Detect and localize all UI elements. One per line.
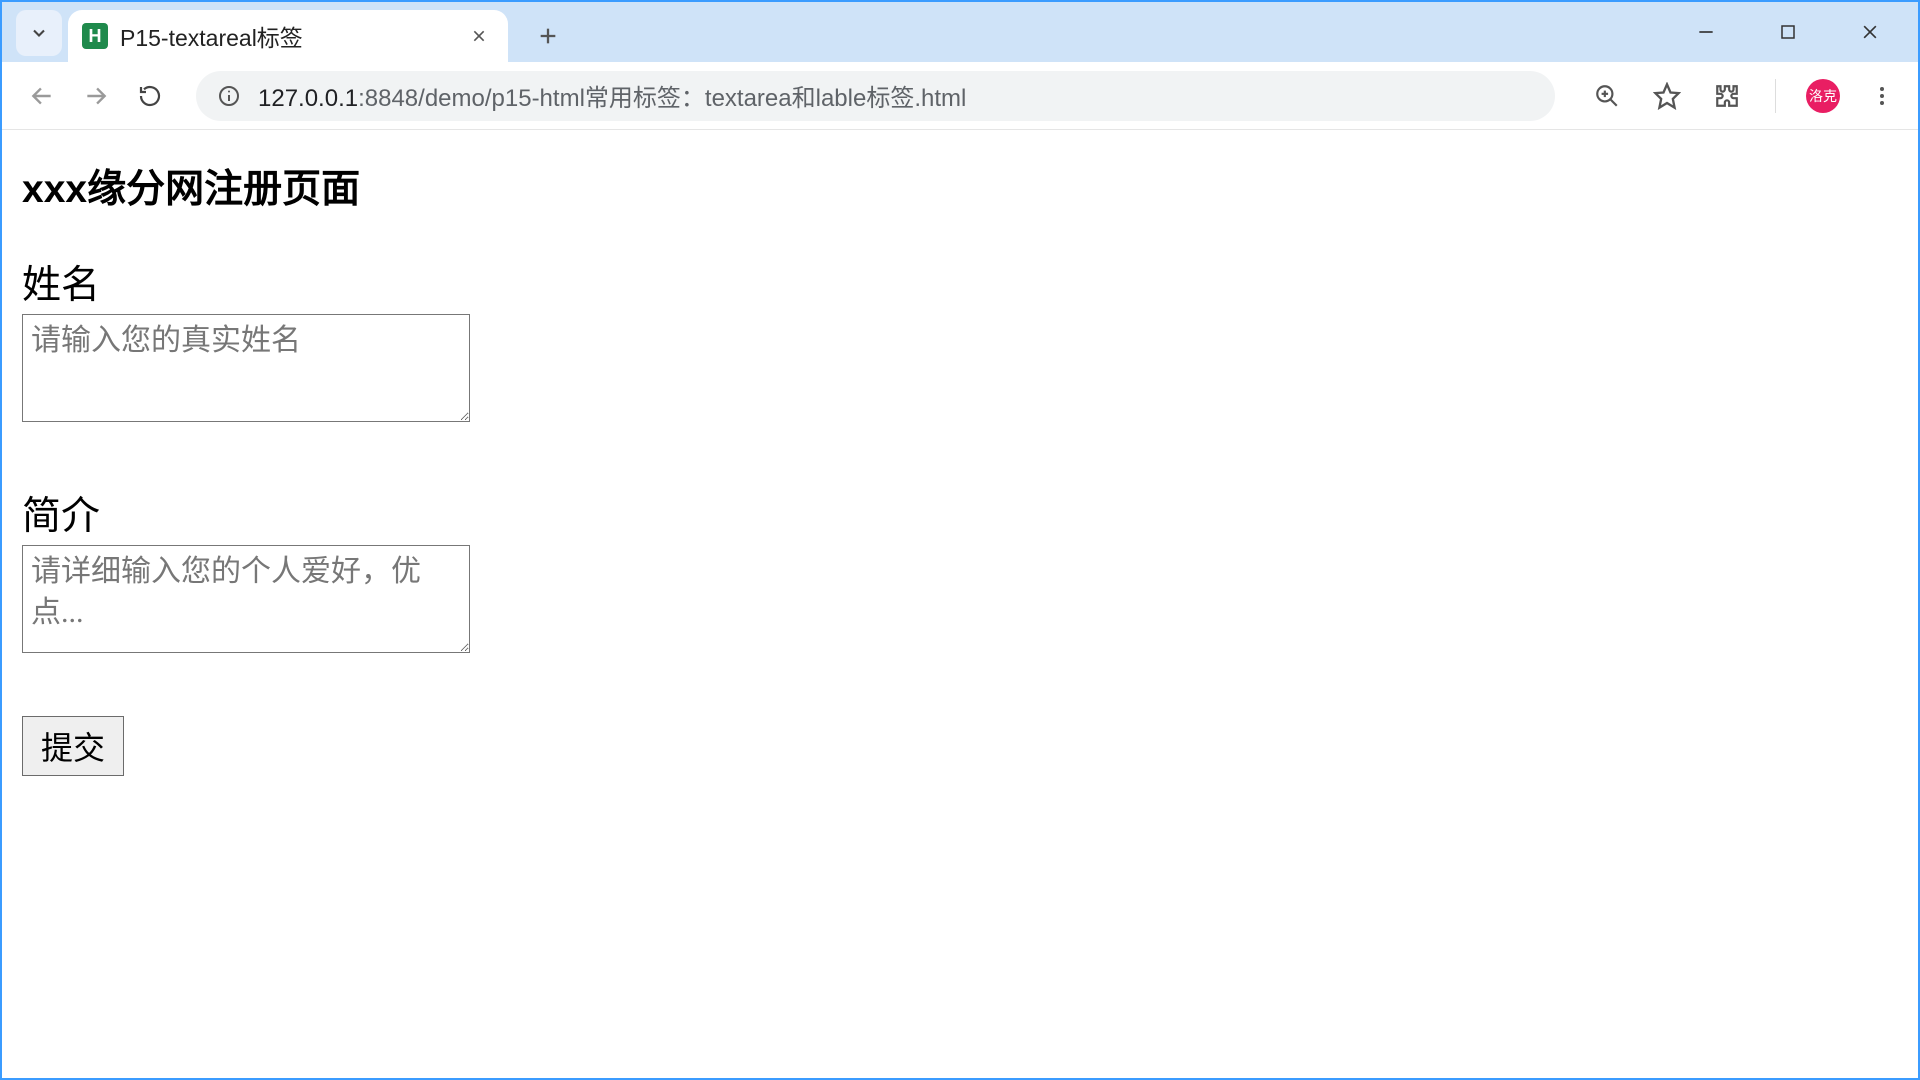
forward-button[interactable] <box>74 74 118 118</box>
site-info-button[interactable] <box>216 83 242 109</box>
star-icon <box>1653 82 1681 110</box>
name-textarea[interactable] <box>22 314 470 422</box>
plus-icon <box>537 25 559 47</box>
submit-button[interactable]: 提交 <box>22 716 124 776</box>
zoom-button[interactable] <box>1589 78 1625 114</box>
toolbar: 127.0.0.1:8848/demo/p15-html常用标签：textare… <box>2 62 1918 130</box>
close-icon <box>1860 22 1880 42</box>
name-field-block: 姓名 <box>22 254 1898 427</box>
minimize-icon <box>1696 22 1716 42</box>
window-minimize-button[interactable] <box>1686 12 1726 52</box>
window-controls <box>1686 12 1890 52</box>
page-heading: xxx缘分网注册页面 <box>22 158 1898 214</box>
maximize-icon <box>1779 23 1797 41</box>
tabs-dropdown-button[interactable] <box>16 10 62 56</box>
url-path: :8848/demo/p15-html常用标签：textarea和lable标签… <box>358 85 966 112</box>
toolbar-divider <box>1775 79 1776 113</box>
info-icon <box>217 84 241 108</box>
dots-vertical-icon <box>1870 84 1894 108</box>
tab-close-button[interactable] <box>468 25 490 47</box>
tab-bar: H P15-textareal标签 <box>2 2 1918 62</box>
window-maximize-button[interactable] <box>1768 12 1808 52</box>
window-close-button[interactable] <box>1850 12 1890 52</box>
bio-textarea[interactable] <box>22 545 470 653</box>
bio-label[interactable]: 简介 <box>22 485 1898 541</box>
chevron-down-icon <box>29 23 49 43</box>
profile-avatar[interactable]: 洛克 <box>1806 79 1840 113</box>
active-tab[interactable]: H P15-textareal标签 <box>68 10 508 62</box>
address-bar[interactable]: 127.0.0.1:8848/demo/p15-html常用标签：textare… <box>196 71 1555 121</box>
back-button[interactable] <box>20 74 64 118</box>
menu-button[interactable] <box>1864 78 1900 114</box>
reload-button[interactable] <box>128 74 172 118</box>
tab-title: P15-textareal标签 <box>120 19 456 53</box>
reload-icon <box>138 84 162 108</box>
arrow-right-icon <box>83 83 109 109</box>
extensions-button[interactable] <box>1709 78 1745 114</box>
close-icon <box>471 28 487 44</box>
tab-favicon: H <box>82 23 108 49</box>
bookmark-button[interactable] <box>1649 78 1685 114</box>
puzzle-icon <box>1714 83 1740 109</box>
zoom-icon <box>1594 83 1620 109</box>
url-text: 127.0.0.1:8848/demo/p15-html常用标签：textare… <box>258 78 966 113</box>
page-viewport[interactable]: xxx缘分网注册页面 姓名 简介 提交 <box>2 130 1918 1078</box>
arrow-left-icon <box>29 83 55 109</box>
url-host: 127.0.0.1 <box>258 85 358 112</box>
name-label[interactable]: 姓名 <box>22 254 1898 310</box>
new-tab-button[interactable] <box>526 14 570 58</box>
bio-field-block: 简介 <box>22 485 1898 658</box>
